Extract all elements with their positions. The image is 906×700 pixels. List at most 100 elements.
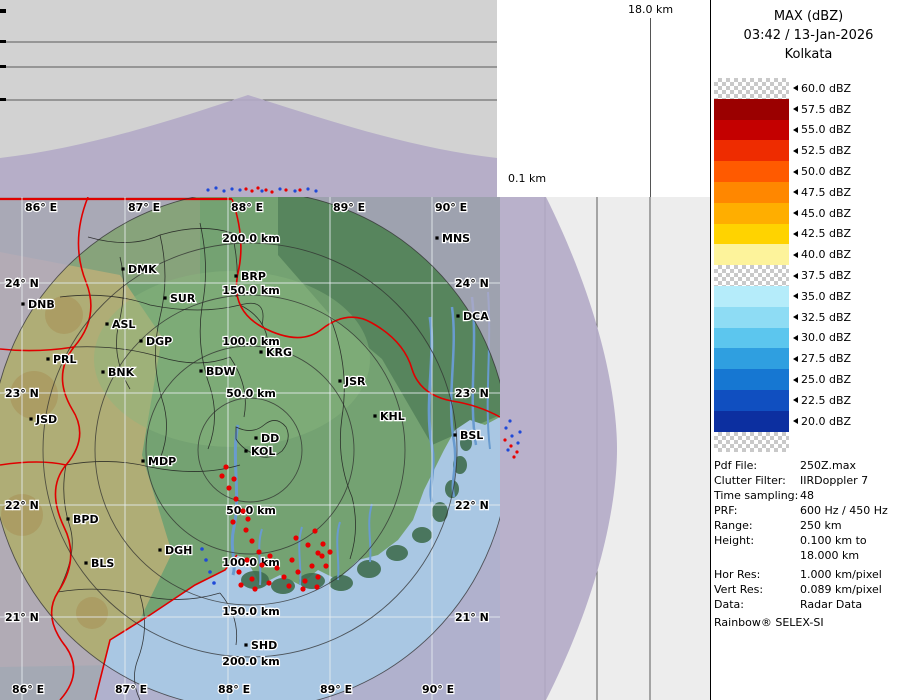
map-panel: 86° E86° E87° E87° E88° E88° E89° E89° E…	[0, 197, 500, 700]
lon-label: 90° E	[435, 201, 467, 214]
echo-cell	[222, 189, 225, 192]
info-value: 250Z.max	[800, 458, 904, 473]
city-label: BSL	[460, 429, 483, 442]
city-marker	[21, 302, 24, 305]
city-label: BNK	[108, 366, 135, 379]
echo-cell	[314, 584, 319, 589]
radar-map: 86° E86° E87° E87° E88° E88° E89° E89° E…	[0, 197, 500, 700]
city-label: PRL	[53, 353, 77, 366]
echo-cell	[244, 187, 247, 190]
brand-label: Rainbow® SELEX-SI	[714, 616, 824, 629]
city-marker	[141, 459, 144, 462]
echo-cell	[212, 581, 216, 585]
echo-cell	[208, 570, 212, 574]
city-label: SUR	[170, 292, 196, 305]
scale-tick-arrow-icon	[793, 314, 798, 320]
echo-cell	[515, 450, 518, 453]
echo-cell	[233, 496, 238, 501]
info-value: IIRDoppler 7	[800, 473, 904, 488]
info-label: Vert Res:	[714, 582, 800, 597]
city-marker	[105, 322, 108, 325]
info-label	[714, 548, 800, 563]
echo-cell	[286, 583, 291, 588]
echo-cell	[516, 441, 519, 444]
scale-tick-arrow-icon	[793, 106, 798, 112]
scale-color-cell	[714, 244, 789, 265]
scale-label: 55.0 dBZ	[801, 123, 851, 136]
scale-label: 57.5 dBZ	[801, 103, 851, 116]
side-projection-panel	[500, 197, 710, 700]
scale-label: 40.0 dBZ	[801, 248, 851, 261]
scale-row: 52.5 dBZ	[714, 140, 851, 161]
range-ring-label: 200.0 km	[222, 232, 279, 245]
scale-row: 20.0 dBZ	[714, 411, 851, 432]
top-projection-panel	[0, 0, 497, 197]
info-label: Range:	[714, 518, 800, 533]
echo-cell	[245, 516, 250, 521]
lat-label: 23° N	[5, 387, 39, 400]
echo-cell	[260, 189, 263, 192]
info-label: Time sampling:	[714, 488, 800, 503]
range-ring-label: 200.0 km	[222, 655, 279, 668]
lat-label: 22° N	[5, 499, 39, 512]
scale-tick-arrow-icon	[793, 85, 798, 91]
echo-cell	[506, 448, 509, 451]
info-value: 600 Hz / 450 Hz	[800, 503, 904, 518]
scale-row: 45.0 dBZ	[714, 203, 851, 224]
scale-tick-arrow-icon	[793, 418, 798, 424]
height-axis-max-label: 18.0 km	[628, 3, 673, 16]
city-label: BLS	[91, 557, 114, 570]
echo-cell	[509, 444, 512, 447]
echo-cell	[252, 586, 257, 591]
scale-color-cell	[714, 78, 789, 99]
echo-cell	[295, 569, 300, 574]
info-value: 0.089 km/pixel	[800, 582, 904, 597]
echo-cell	[256, 186, 259, 189]
lon-label: 86° E	[25, 201, 57, 214]
scale-color-cell	[714, 99, 789, 120]
echo-cell	[270, 190, 273, 193]
city-label: DCA	[463, 310, 489, 323]
echo-cell	[230, 519, 235, 524]
city-marker	[234, 274, 237, 277]
scale-tick-arrow-icon	[793, 189, 798, 195]
range-ring-label: 150.0 km	[222, 605, 279, 618]
info-value: 48	[800, 488, 904, 503]
info-row: PRF:600 Hz / 450 Hz	[714, 503, 904, 518]
echo-cell	[314, 189, 317, 192]
scale-label: 22.5 dBZ	[801, 394, 851, 407]
scale-label: 25.0 dBZ	[801, 373, 851, 386]
info-row: Pdf File:250Z.max	[714, 458, 904, 473]
city-label: MDP	[148, 455, 176, 468]
echo-cell	[240, 508, 245, 513]
city-label: BRP	[241, 270, 266, 283]
echo-cell	[518, 430, 521, 433]
city-label: BPD	[73, 513, 99, 526]
info-value: 18.000 km	[800, 548, 904, 563]
scale-color-cell	[714, 348, 789, 369]
echo-cell	[504, 426, 507, 429]
echo-cell	[264, 188, 267, 191]
city-label: DMK	[128, 263, 157, 276]
info-value: 0.100 km to	[800, 533, 904, 548]
scale-label: 27.5 dBZ	[801, 352, 851, 365]
echo-cell	[315, 574, 320, 579]
echo-cell	[300, 586, 305, 591]
echo-cell	[293, 535, 298, 540]
radar-application-window: 0.1 km 18.0 km	[0, 0, 906, 700]
scale-color-cell	[714, 369, 789, 390]
scale-row: 42.5 dBZ	[714, 224, 851, 245]
city-marker	[453, 433, 456, 436]
echo-cell	[206, 188, 209, 191]
echo-cell	[278, 187, 281, 190]
scale-color-cell	[714, 140, 789, 161]
scale-label: 47.5 dBZ	[801, 186, 851, 199]
city-marker	[101, 370, 104, 373]
lat-label: 23° N	[455, 387, 489, 400]
info-value: 1.000 km/pixel	[800, 567, 904, 582]
echo-cell	[312, 528, 317, 533]
scale-tick-arrow-icon	[793, 356, 798, 362]
scale-color-cell	[714, 328, 789, 349]
echo-cell	[200, 547, 204, 551]
city-label: MNS	[442, 232, 470, 245]
